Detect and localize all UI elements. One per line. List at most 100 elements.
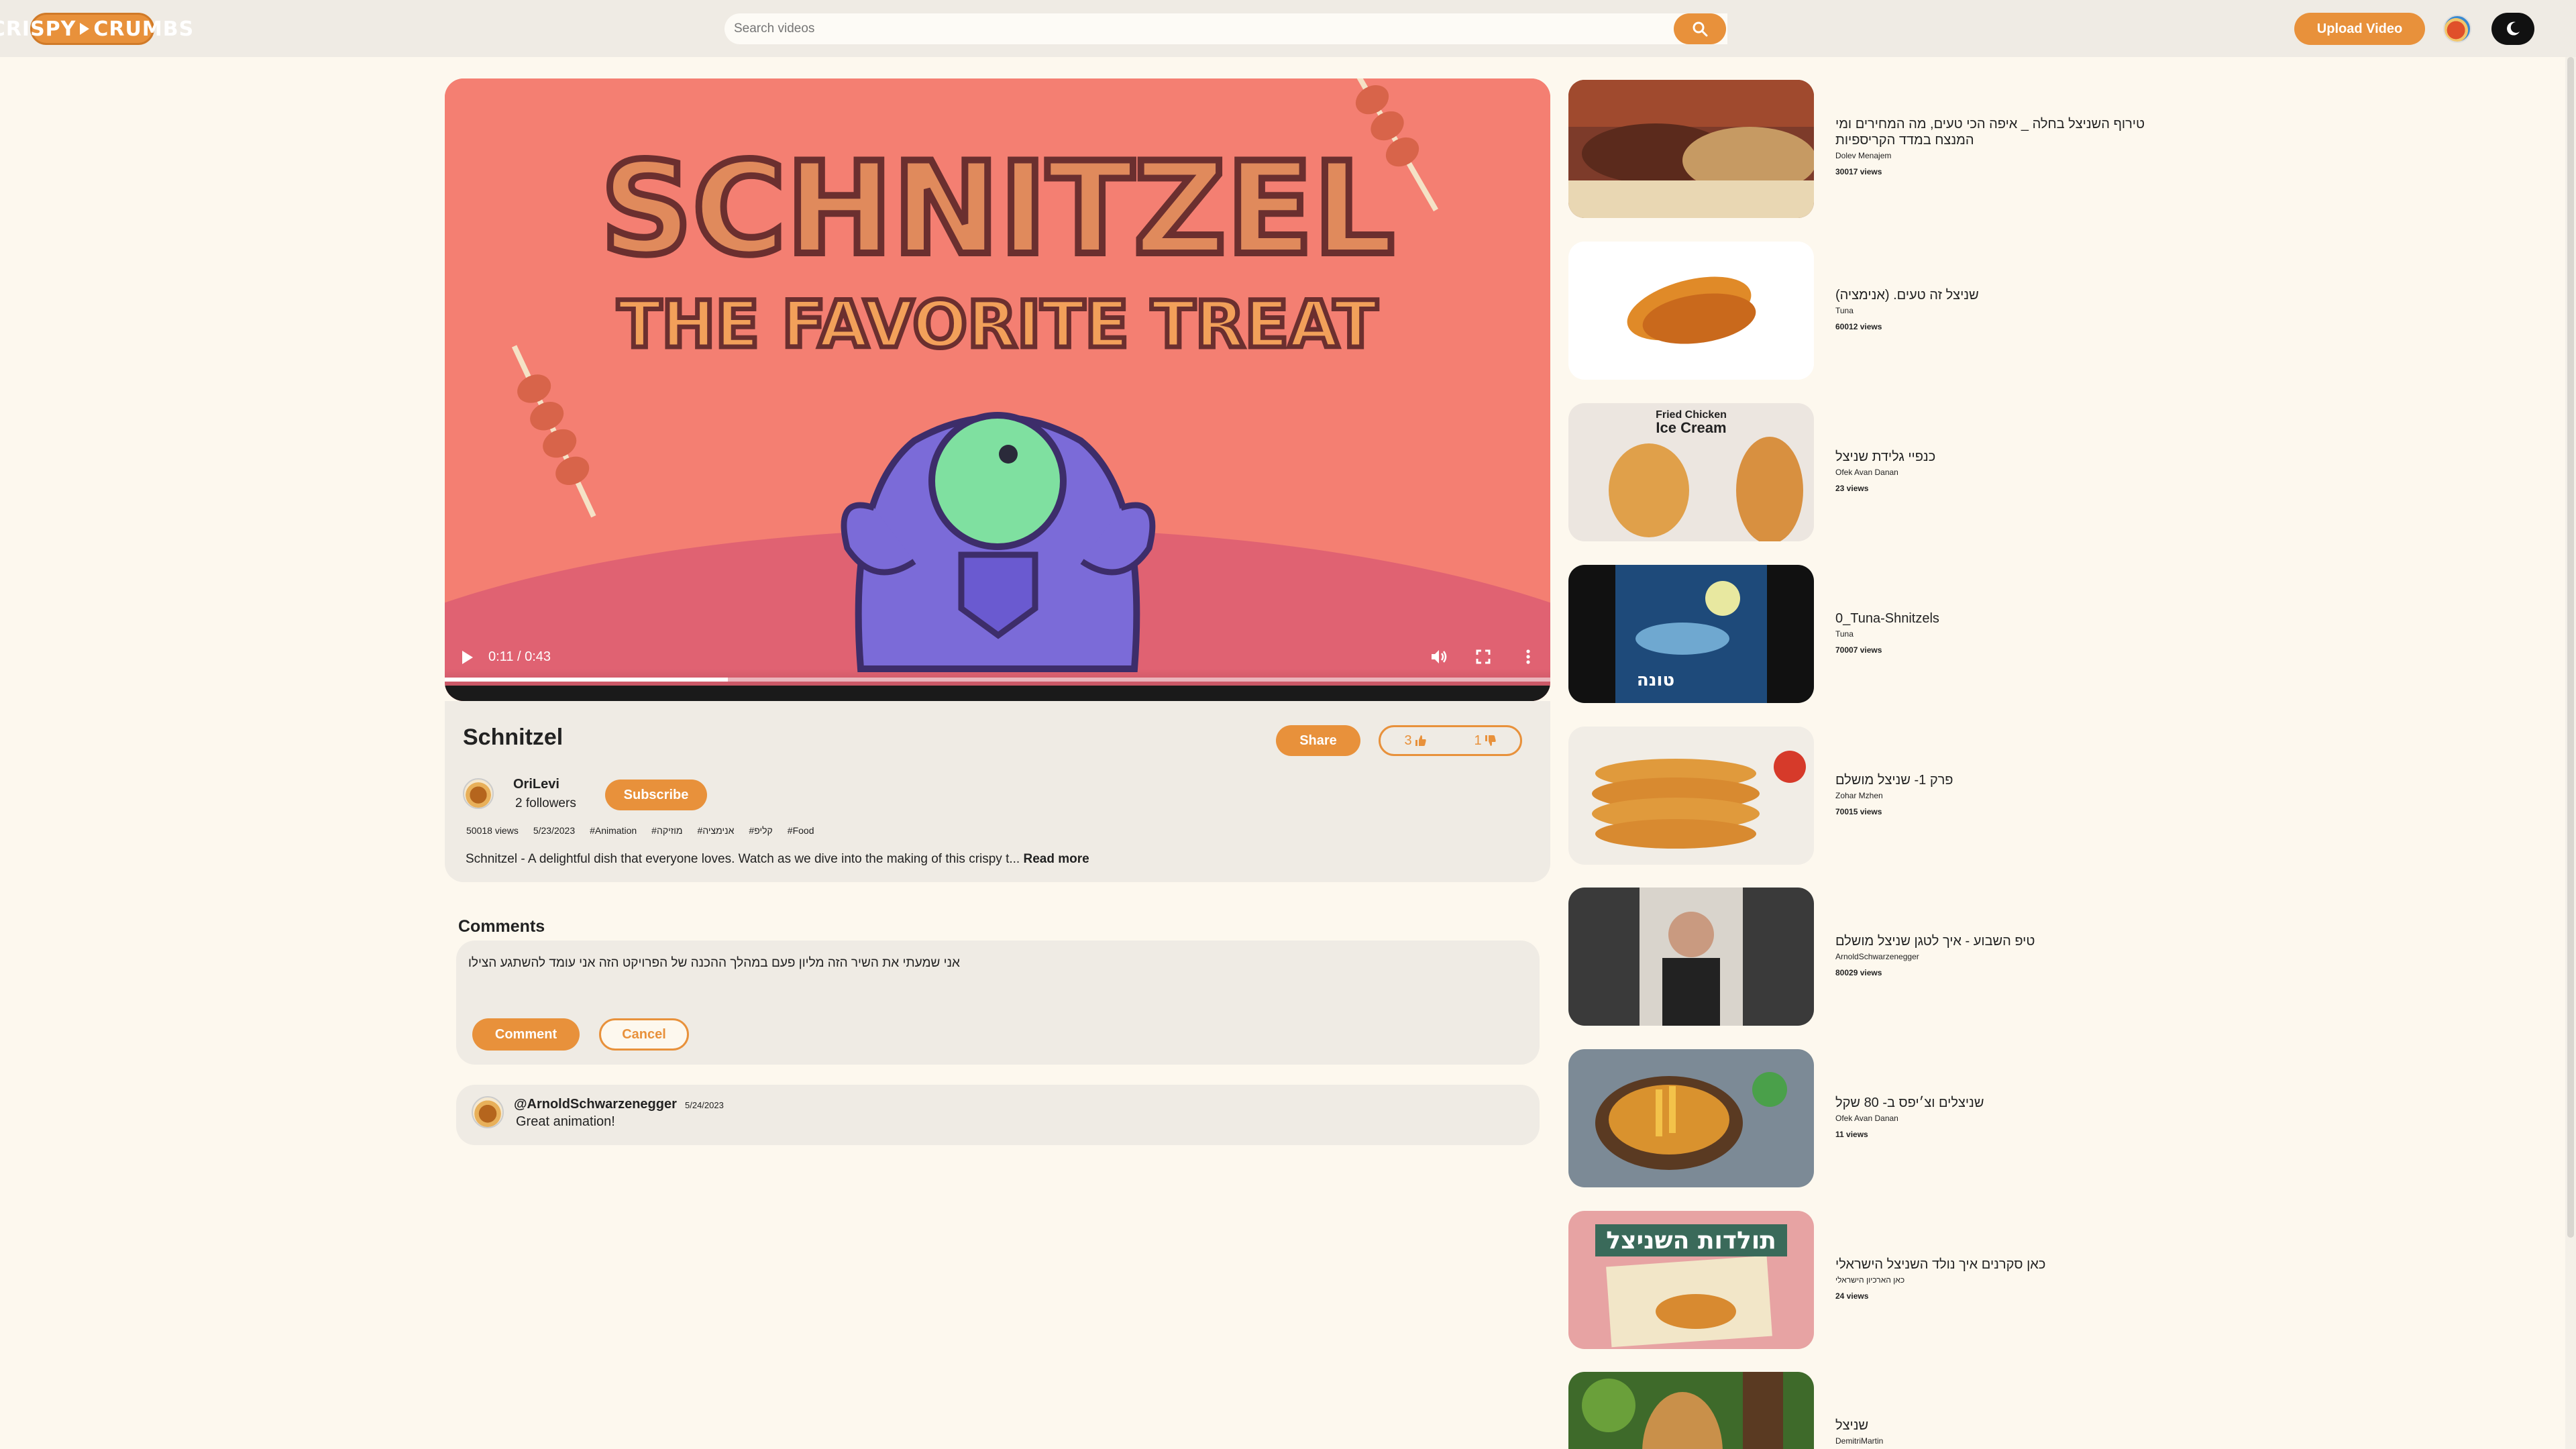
recommended-title[interactable]: שניצל זה טעים. (אנימציה) [1835,287,2171,303]
like-button[interactable]: 3 [1404,733,1426,749]
recommended-channel[interactable]: Ofek Avan Danan [1835,468,2171,477]
recommended-video[interactable]: פרק 1- שניצל מושלם Zohar Mzhen 70015 vie… [1568,727,2508,867]
tag[interactable]: #אנימציה [698,825,735,836]
read-more-link[interactable]: Read more [1023,852,1089,866]
channel-name[interactable]: OriLevi [513,777,559,792]
recommended-info: שניצל זה טעים. (אנימציה) Tuna 60012 view… [1835,287,2171,331]
subscribe-button[interactable]: Subscribe [605,780,707,810]
recommended-video[interactable]: תולדות השניצל כאן סקרנים איך נולד השניצל… [1568,1211,2508,1352]
site-logo[interactable]: CRISPY CRUMBS [0,13,193,45]
commenter-avatar[interactable] [472,1096,504,1128]
recommended-title[interactable]: טירוף השניצל בחלה _ איפה הכי טעים, מה המ… [1835,116,2171,148]
recommended-views: 80029 views [1835,968,1882,977]
video-thumbnail[interactable]: Fried Chicken Ice Cream [1568,403,1814,541]
recommended-views: 30017 views [1835,167,1882,176]
recommended-video[interactable]: Fried Chicken Ice Cream כנפיי גלידת שניצ… [1568,403,2508,544]
video-thumbnail[interactable] [1568,888,1814,1026]
like-count: 3 [1404,733,1412,748]
comment-text: Great animation! [516,1114,615,1129]
recommended-info: פרק 1- שניצל מושלם Zohar Mzhen 70015 vie… [1835,772,2171,816]
recommended-video[interactable]: שניצלים וצ׳יפס ב- 80 שקל Ofek Avan Danan… [1568,1049,2508,1190]
recommended-title[interactable]: 0_Tuna-Shnitzels [1835,610,2171,627]
comment-submit-button[interactable]: Comment [472,1018,580,1051]
recommended-channel[interactable]: Tuna [1835,306,2171,315]
vote-box: 3 1 [1379,725,1522,756]
logo-text-left: CRISPY [0,17,76,41]
recommended-title[interactable]: טיפ השבוע - איך לטגן שניצל מושלם [1835,933,2171,949]
comment-input[interactable]: אני שמעתי את השיר הזה מליון פעם במהלך הה… [468,956,1059,971]
logo-text-right: CRUMBS [93,17,195,41]
moon-icon [2507,21,2520,36]
comments-heading: Comments [458,917,545,936]
dislike-count: 1 [1474,733,1482,748]
video-description: Schnitzel - A delightful dish that every… [466,852,1089,867]
recommended-channel[interactable]: DemitriMartin [1835,1436,2171,1446]
video-thumbnail[interactable] [1568,241,1814,380]
search-input[interactable] [724,13,1727,44]
channel-avatar[interactable] [463,778,494,809]
video-thumbnail[interactable]: תולדות השניצל [1568,1211,1814,1349]
video-player[interactable]: SCHNITZEL THE FAVORITE TREAT [445,78,1550,701]
recommended-title[interactable]: פרק 1- שניצל מושלם [1835,772,2171,788]
volume-icon[interactable] [1430,649,1448,665]
fullscreen-icon[interactable] [1476,649,1491,664]
recommended-video[interactable]: שניצל DemitriMartin [1568,1372,2508,1449]
thumbnail-label: תולדות השניצל [1606,1227,1776,1254]
thumbnail-image [1568,241,1814,380]
recommended-channel[interactable]: Ofek Avan Danan [1835,1114,2171,1123]
user-avatar[interactable] [2443,15,2471,43]
recommended-title[interactable]: שניצל [1835,1417,2171,1434]
recommended-title[interactable]: כנפיי גלידת שניצל [1835,449,2171,465]
search-button[interactable] [1674,13,1726,44]
recommended-info: כנפיי גלידת שניצל Ofek Avan Danan 23 vie… [1835,449,2171,493]
recommended-video[interactable]: טונה 0_Tuna-Shnitzels Tuna 70007 views [1568,565,2508,706]
scrollbar-thumb[interactable] [2567,57,2574,1238]
video-thumbnail[interactable]: טונה [1568,565,1814,703]
recommended-views: 70007 views [1835,645,1882,655]
video-thumbnail[interactable] [1568,80,1814,218]
play-pause-icon[interactable] [461,650,474,665]
more-options-icon[interactable] [1525,649,1531,665]
theme-toggle-button[interactable] [2491,13,2534,45]
recommended-channel[interactable]: כאן הארכיון הישראלי [1835,1275,2171,1285]
recommended-video[interactable]: שניצל זה טעים. (אנימציה) Tuna 60012 view… [1568,241,2508,382]
video-thumbnail[interactable] [1568,1049,1814,1187]
page-scrollbar[interactable] [2565,57,2576,1449]
thumbnail-label: Ice Cream [1656,419,1726,436]
video-thumbnail[interactable] [1568,1372,1814,1449]
recommended-channel[interactable]: Zohar Mzhen [1835,791,2171,800]
recommended-channel[interactable]: ArnoldSchwarzenegger [1835,952,2171,961]
thumbs-down-icon [1485,735,1496,746]
thumbnail-image [1568,727,1814,865]
comment-author[interactable]: @ArnoldSchwarzenegger [514,1097,677,1112]
video-thumbnail[interactable] [1568,727,1814,865]
comment-cancel-button[interactable]: Cancel [599,1018,689,1051]
recommended-video[interactable]: טיפ השבוע - איך לטגן שניצל מושלם ArnoldS… [1568,888,2508,1028]
recommended-views: 70015 views [1835,807,1882,816]
recommended-channel[interactable]: Tuna [1835,629,2171,639]
upload-video-button[interactable]: Upload Video [2294,13,2425,45]
tag[interactable]: #קליפ [749,825,772,836]
thumbnail-image: Fried Chicken Ice Cream [1568,403,1814,541]
share-button[interactable]: Share [1276,725,1360,756]
video-progress-bar[interactable] [445,678,1550,682]
thumbnail-image [1568,1372,1814,1449]
recommended-video[interactable]: טירוף השניצל בחלה _ איפה הכי טעים, מה המ… [1568,80,2508,221]
player-bottom-band [445,686,1550,701]
comment-date: 5/24/2023 [685,1100,724,1110]
recommended-title[interactable]: כאן סקרנים איך נולד השניצל הישראלי [1835,1256,2171,1273]
recommended-views: 60012 views [1835,322,1882,331]
tag[interactable]: #Food [788,825,814,836]
dislike-button[interactable]: 1 [1474,733,1496,749]
thumbnail-title-line1: SCHNITZEL [600,135,1394,283]
thumbnail-image [1568,888,1814,1026]
recommended-info: שניצלים וצ׳יפס ב- 80 שקל Ofek Avan Danan… [1835,1095,2171,1139]
tag[interactable]: #מוזיקה [651,825,682,836]
thumbnail-image [1568,80,1814,218]
tag[interactable]: #Animation [590,825,637,836]
video-title: Schnitzel [463,724,564,750]
play-icon [80,23,90,35]
recommended-title[interactable]: שניצלים וצ׳יפס ב- 80 שקל [1835,1095,2171,1111]
recommended-channel[interactable]: Dolev Menajem [1835,151,2171,160]
thumbnail-image: תולדות השניצל [1568,1211,1814,1349]
